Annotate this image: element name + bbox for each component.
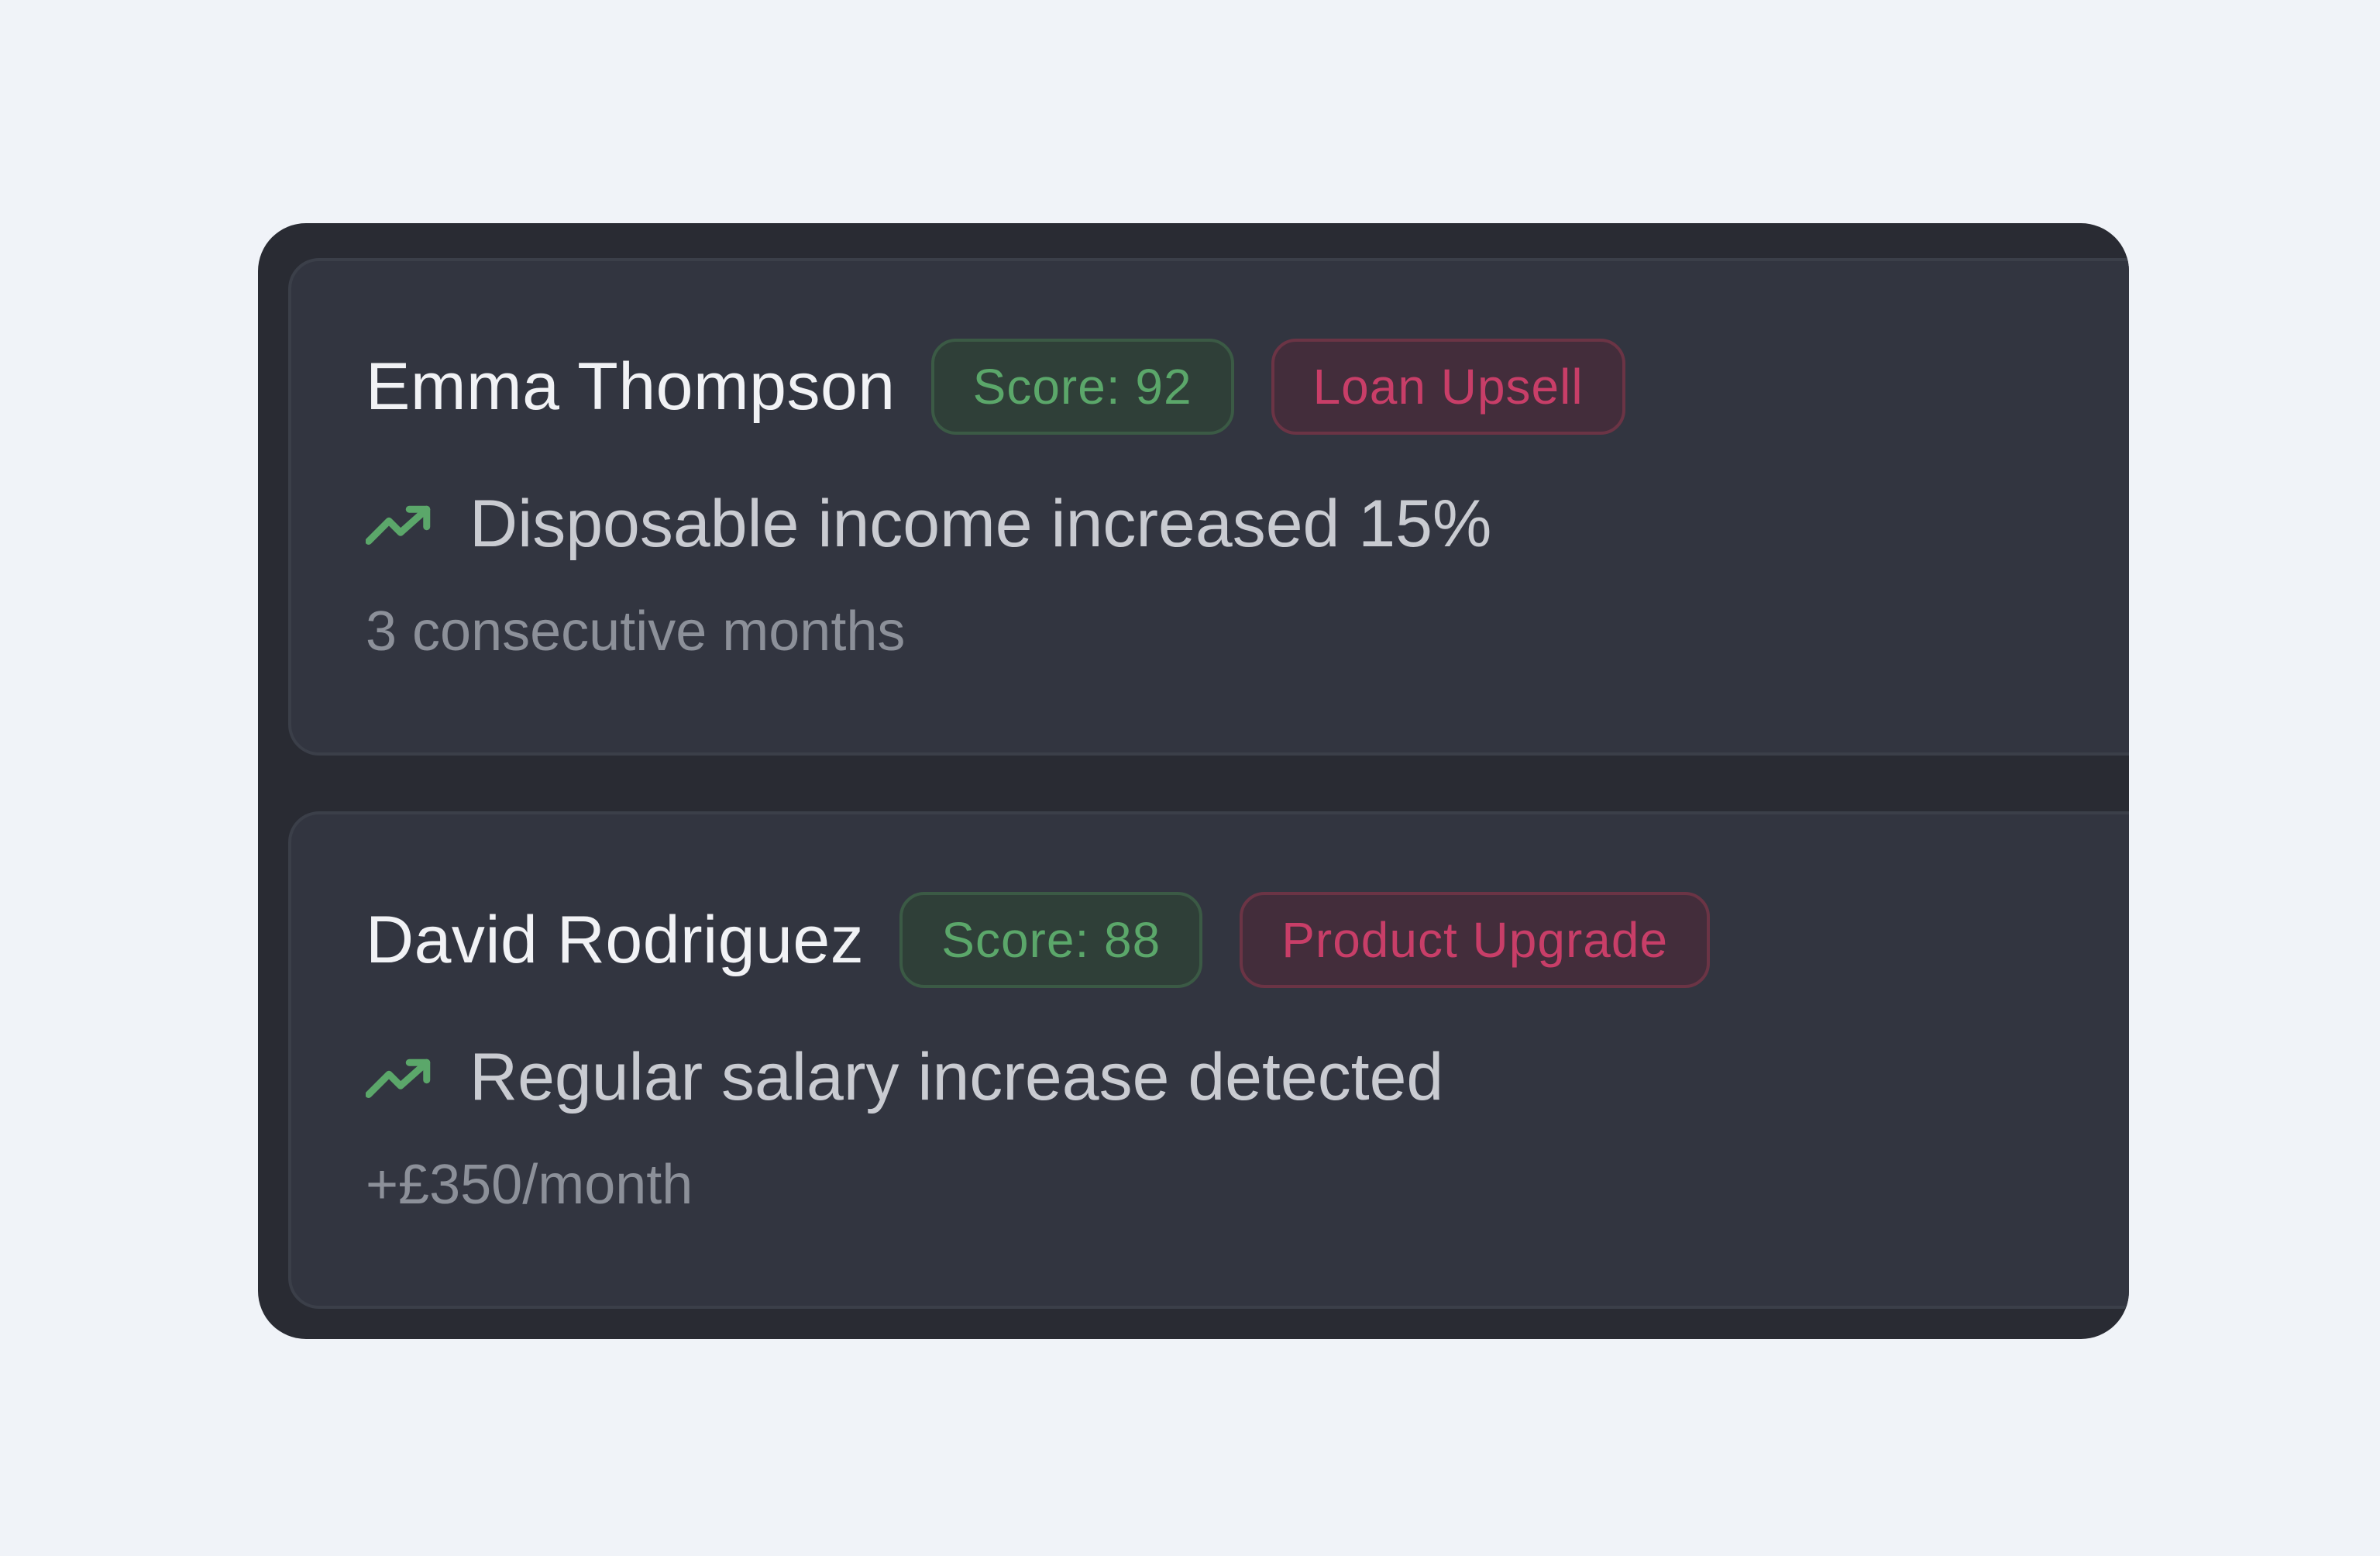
card-header: Emma Thompson Score: 92 Loan Upsell: [366, 339, 1625, 435]
trending-up-icon: [366, 505, 431, 545]
opportunity-tag: Product Upgrade: [1240, 892, 1711, 988]
trending-up-icon: [366, 1059, 431, 1098]
insight-text: Disposable income increased 15%: [469, 487, 1492, 561]
insight-detail: 3 consecutive months: [366, 601, 906, 663]
score-badge: Score: 92: [930, 339, 1234, 435]
customer-name: David Rodriguez: [366, 903, 865, 977]
opportunities-panel: Emma Thompson Score: 92 Loan Upsell Disp…: [258, 223, 2129, 1339]
insight-detail: +£350/month: [366, 1154, 693, 1216]
customer-card[interactable]: David Rodriguez Score: 88 Product Upgrad…: [288, 811, 2129, 1309]
customer-card[interactable]: Emma Thompson Score: 92 Loan Upsell Disp…: [288, 258, 2129, 756]
customer-name: Emma Thompson: [366, 349, 896, 424]
opportunity-tag: Loan Upsell: [1271, 339, 1625, 435]
score-badge: Score: 88: [899, 892, 1203, 988]
card-header: David Rodriguez Score: 88 Product Upgrad…: [366, 892, 1711, 988]
insight-row: Disposable income increased 15%: [366, 481, 1491, 566]
insight-text: Regular salary increase detected: [469, 1040, 1444, 1114]
insight-row: Regular salary increase detected: [366, 1034, 1443, 1120]
